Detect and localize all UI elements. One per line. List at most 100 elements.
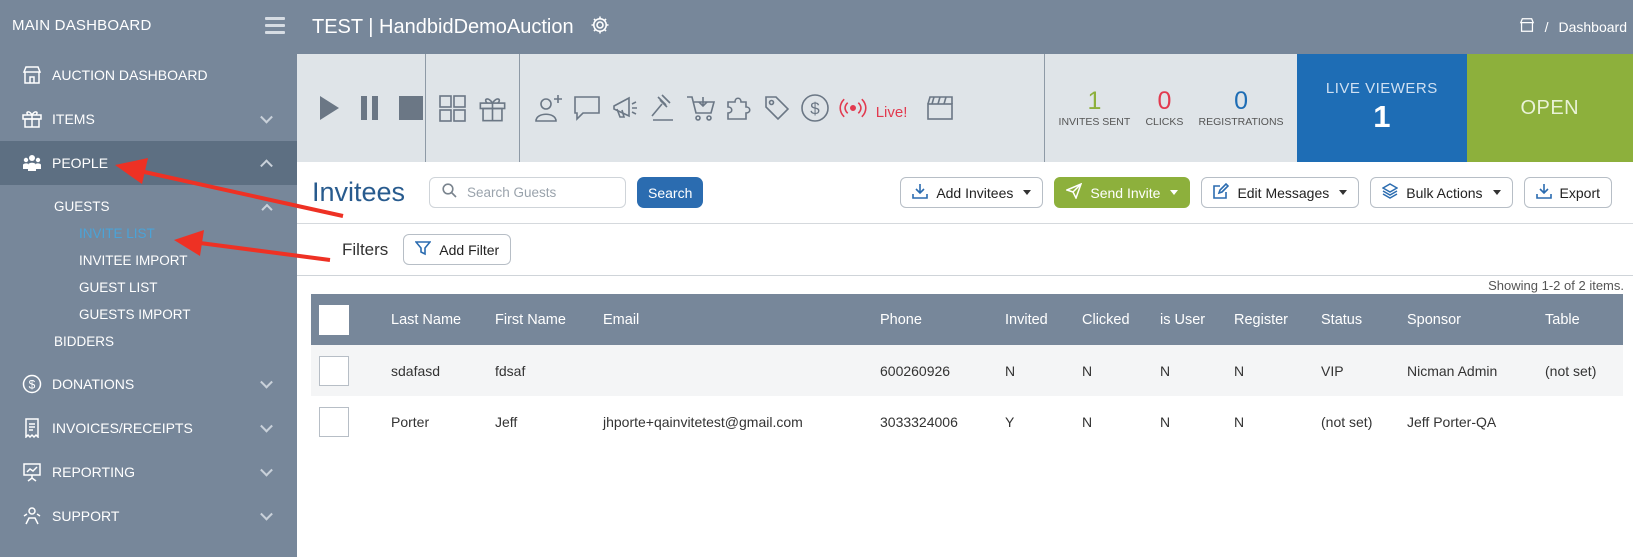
sidebar-item-label: PEOPLE [52,155,109,171]
select-all-checkbox[interactable] [319,304,349,335]
chevron-up-icon [260,159,273,173]
sidebar-item-support[interactable]: SUPPORT [0,494,297,538]
caret-down-icon [1492,190,1501,195]
search-input[interactable] [467,185,617,200]
live-viewers-panel[interactable]: LIVE VIEWERS 1 [1297,54,1467,162]
send-invite-button[interactable]: Send Invite [1054,177,1191,208]
column-header[interactable]: Register [1234,294,1321,345]
last-name-link[interactable]: sdafasd [391,345,495,396]
invited-cell: Y [1005,396,1082,447]
button-label: Export [1559,184,1600,201]
chevron-down-icon [260,507,273,521]
sidebar-link-guest-list[interactable]: GUEST LIST [0,274,297,301]
email-cell [603,345,880,396]
add-filter-button[interactable]: Add Filter [403,234,512,265]
phone-cell: 3033324006 [880,396,1005,447]
table-row: sdafasd fdsaf 600260926 N N N N VIP Nicm… [311,345,1623,396]
clapperboard-icon[interactable] [925,93,955,123]
edit-icon [1213,182,1230,202]
sidebar-subitem-guests[interactable]: GUESTS [0,193,297,220]
column-header[interactable]: Last Name [391,294,495,345]
stat-label: REGISTRATIONS [1198,116,1284,128]
live-label[interactable]: Live! [876,104,908,121]
status-cell: VIP [1321,345,1407,396]
add-invitees-button[interactable]: Add Invitees [900,177,1044,208]
last-name-link[interactable]: Porter [391,396,495,447]
sidebar-subitem-bidders[interactable]: BIDDERS [0,328,297,355]
dollar-circle-icon[interactable]: $ [800,93,830,123]
sidebar-item-donations[interactable]: $ DONATIONS [0,362,297,406]
column-header[interactable]: Table [1545,294,1623,345]
download-icon [1535,183,1552,202]
row-checkbox[interactable] [319,355,349,386]
sidebar-link-invite-list[interactable]: INVITE LIST [0,220,297,247]
auction-toolbar: $ Live! 1 INVITES SENT 0 CLICKS 0 REGIST… [297,54,1633,162]
broadcast-icon[interactable] [838,93,868,123]
play-icon[interactable] [315,93,342,123]
caret-down-icon [1170,190,1179,195]
column-header[interactable]: Invited [1005,294,1082,345]
grid-icon[interactable] [437,93,467,123]
edit-messages-button[interactable]: Edit Messages [1201,177,1360,208]
column-header[interactable]: Clicked [1082,294,1160,345]
sidebar-item-label: DONATIONS [52,376,135,392]
first-name-link[interactable]: Jeff [495,396,603,447]
button-label: Edit Messages [1237,184,1330,201]
sidebar-link-invitee-import[interactable]: INVITEE IMPORT [0,247,297,274]
live-viewers-label: LIVE VIEWERS [1325,80,1438,97]
breadcrumb-dashboard[interactable]: Dashboard [1559,19,1628,35]
sidebar-item-label: SUPPORT [52,508,120,524]
export-button[interactable]: Export [1523,177,1612,208]
sidebar-item-label: REPORTING [52,464,135,480]
column-header[interactable]: is User [1160,294,1234,345]
invite-stats: 1 INVITES SENT 0 CLICKS 0 REGISTRATIONS [1045,54,1297,162]
receipt-icon [22,418,42,438]
gavel-icon[interactable] [648,93,678,123]
sponsor-cell: Nicman Admin [1407,345,1545,396]
filter-icon [414,240,432,259]
live-viewers-count: 1 [1373,99,1391,134]
stat-label: INVITES SENT [1058,116,1131,128]
sidebar-item-people[interactable]: PEOPLE [0,141,297,185]
people-icon [22,153,42,173]
sidebar-title[interactable]: MAIN DASHBOARD [12,17,152,34]
gear-icon[interactable] [590,15,610,40]
breadcrumb-separator: / [1544,18,1549,35]
tag-icon[interactable] [762,93,792,123]
table-cell [1545,396,1623,447]
sidebar-item-items[interactable]: ITEMS [0,97,297,141]
chevron-up-icon [261,203,273,215]
column-header[interactable]: Email [603,294,880,345]
puzzle-icon[interactable] [724,93,754,123]
sidebar: MAIN DASHBOARD AUCTION DASHBOARD ITEMS P… [0,0,297,557]
add-user-icon[interactable] [534,93,564,123]
caret-down-icon [1339,190,1348,195]
auction-status-badge[interactable]: OPEN [1466,54,1633,162]
sidebar-item-reporting[interactable]: REPORTING [0,450,297,494]
view-controls [426,54,520,162]
store-icon[interactable] [1519,18,1535,35]
column-header[interactable]: Status [1321,294,1407,345]
sidebar-item-auction-dashboard[interactable]: AUCTION DASHBOARD [0,53,297,97]
dollar-circle-icon: $ [22,374,42,394]
sidebar-item-invoices[interactable]: INVOICES/RECEIPTS [0,406,297,450]
stat-invites-sent: 1 INVITES SENT [1059,88,1131,128]
bulk-actions-button[interactable]: Bulk Actions [1370,177,1513,208]
presentation-chart-icon [22,462,42,482]
row-checkbox[interactable] [319,406,349,437]
sidebar-header: MAIN DASHBOARD [0,0,297,50]
gift-icon[interactable] [477,93,507,123]
column-header[interactable]: First Name [495,294,603,345]
sidebar-link-guests-import[interactable]: GUESTS IMPORT [0,301,297,328]
search-button[interactable]: Search [637,177,704,208]
chat-icon[interactable] [572,93,602,123]
pause-icon[interactable] [356,93,383,123]
button-label: Add Invitees [936,184,1014,201]
first-name-link[interactable]: fdsaf [495,345,603,396]
stop-icon[interactable] [398,93,425,123]
megaphone-icon[interactable] [610,93,640,123]
cart-icon[interactable] [686,93,716,123]
hamburger-menu-icon[interactable] [265,16,285,34]
column-header[interactable]: Phone [880,294,1005,345]
column-header[interactable]: Sponsor [1407,294,1545,345]
